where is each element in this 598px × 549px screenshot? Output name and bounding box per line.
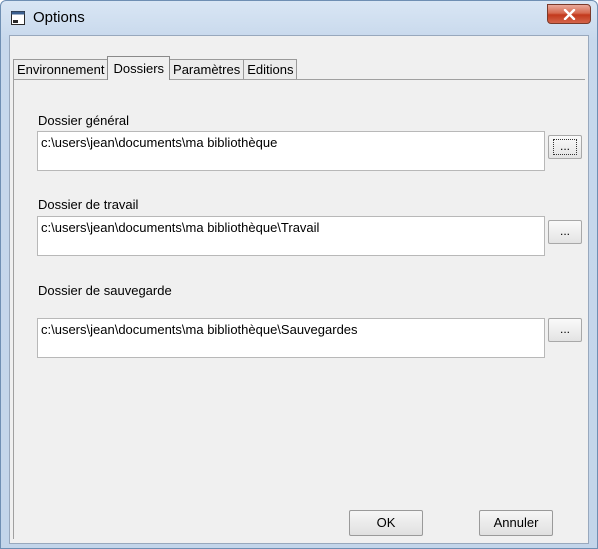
title-bar[interactable]: Options: [1, 1, 597, 35]
backup-folder-field[interactable]: c:\users\jean\documents\ma bibliothèque\…: [37, 318, 545, 358]
work-folder-field[interactable]: c:\users\jean\documents\ma bibliothèque\…: [37, 216, 545, 256]
dossiers-panel: Dossier général c:\users\jean\documents\…: [13, 79, 585, 539]
tab-environnement[interactable]: Environnement: [13, 59, 109, 80]
close-icon: [563, 9, 576, 20]
tab-dossiers[interactable]: Dossiers: [107, 56, 171, 80]
dialog-client-area: Environnement Dossiers Paramètres Editio…: [9, 35, 589, 544]
options-dialog: Options Environnement Dossiers Paramètre…: [0, 0, 598, 549]
close-button[interactable]: [547, 4, 591, 24]
general-folder-browse-button[interactable]: ...: [548, 135, 582, 159]
general-folder-label: Dossier général: [38, 113, 130, 128]
general-folder-field[interactable]: c:\users\jean\documents\ma bibliothèque: [37, 131, 545, 171]
window-icon: [10, 10, 26, 26]
backup-folder-label: Dossier de sauvegarde: [38, 283, 172, 298]
tab-parametres[interactable]: Paramètres: [169, 59, 245, 80]
backup-folder-browse-button[interactable]: ...: [548, 318, 582, 342]
ok-button[interactable]: OK: [349, 510, 423, 536]
tab-editions[interactable]: Editions: [243, 59, 298, 80]
window-title: Options: [33, 9, 85, 26]
work-folder-label: Dossier de travail: [38, 197, 139, 212]
cancel-button[interactable]: Annuler: [479, 510, 553, 536]
work-folder-browse-button[interactable]: ...: [548, 220, 582, 244]
tab-strip: Environnement Dossiers Paramètres Editio…: [13, 56, 298, 80]
